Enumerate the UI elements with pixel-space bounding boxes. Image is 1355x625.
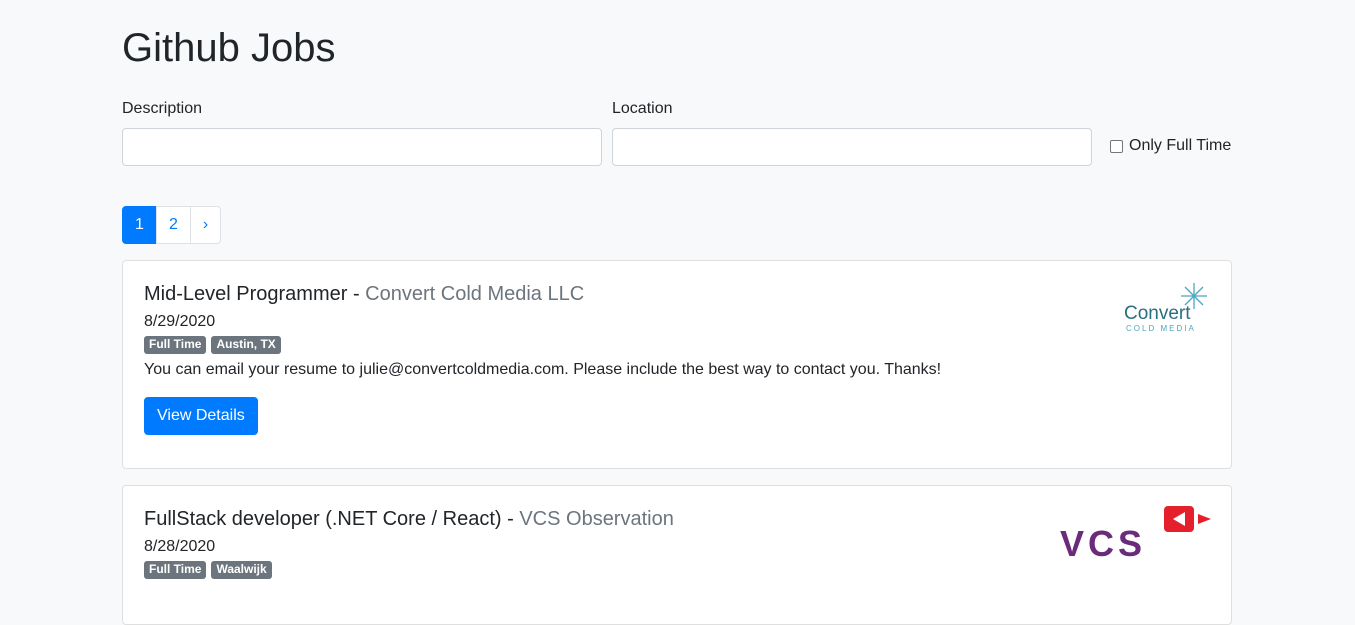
page-title: Github Jobs (122, 26, 336, 70)
job-card-body: Mid-Level Programmer - Convert Cold Medi… (144, 282, 941, 435)
job-type-badge: Full Time (144, 336, 207, 354)
fulltime-checkbox[interactable] (1110, 139, 1123, 153)
page-link-2[interactable]: 2 (156, 206, 191, 244)
job-location-badge: Waalwijk (211, 561, 272, 579)
job-card-body: FullStack developer (.NET Core / React) … (144, 507, 674, 579)
description-label: Description (122, 100, 203, 117)
job-title-separator: - (501, 508, 520, 530)
job-description: You can email your resume to julie@conve… (144, 361, 942, 378)
job-card: FullStack developer (.NET Core / React) … (122, 485, 1232, 625)
job-date: 8/29/2020 (144, 313, 216, 330)
pagination: 1 2 › (122, 206, 222, 244)
location-input[interactable] (612, 128, 1092, 166)
job-type-badge: Full Time (144, 561, 207, 579)
job-company: Convert Cold Media LLC (365, 283, 585, 305)
logo-word: VCS (1060, 523, 1146, 562)
job-title: FullStack developer (.NET Core / React) … (144, 507, 674, 531)
video-play-icon (1164, 506, 1211, 532)
job-title-separator: - (347, 283, 366, 305)
job-title-text: FullStack developer (.NET Core / React) (144, 508, 502, 530)
job-title: Mid-Level Programmer - Convert Cold Medi… (144, 282, 941, 306)
job-location-badge: Austin, TX (211, 336, 281, 354)
fulltime-filter[interactable]: Only Full Time (1110, 136, 1231, 156)
company-logo: VCS (1060, 506, 1211, 562)
page-next-button[interactable]: › (189, 206, 222, 244)
logo-subword: COLD MEDIA (1126, 324, 1196, 333)
view-details-button[interactable]: View Details (144, 397, 258, 435)
location-label: Location (612, 100, 673, 117)
job-card: Mid-Level Programmer - Convert Cold Medi… (122, 260, 1232, 469)
fulltime-label[interactable]: Only Full Time (1129, 137, 1231, 155)
job-title-text: Mid-Level Programmer (144, 283, 348, 305)
description-input[interactable] (122, 128, 602, 166)
page-link-1[interactable]: 1 (122, 206, 157, 244)
logo-word: Convert (1124, 303, 1191, 324)
job-date: 8/28/2020 (144, 538, 216, 555)
company-logo: Convert COLD MEDIA (1124, 283, 1207, 333)
job-company: VCS Observation (519, 508, 674, 530)
job-badges: Full Time Waalwijk (144, 561, 674, 579)
job-badges: Full Time Austin, TX (144, 336, 941, 354)
